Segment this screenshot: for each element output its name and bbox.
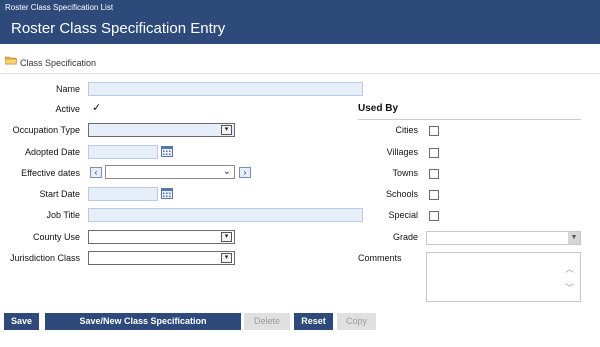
schools-label: Schools <box>385 189 418 199</box>
chevron-down-icon: ▼ <box>568 232 580 244</box>
comments-textarea[interactable]: ︿ ﹀ <box>426 252 581 302</box>
cities-label: Cities <box>395 125 418 135</box>
chevron-down-icon: ▾ <box>221 232 232 242</box>
villages-label: Villages <box>386 147 418 157</box>
page-title: Roster Class Specification Entry <box>11 20 226 37</box>
adopted-date-input[interactable] <box>88 145 158 159</box>
save-new-class-specification-button[interactable]: Save/New Class Specification <box>45 313 241 330</box>
occupation-type-select[interactable]: ▾ <box>88 123 235 137</box>
occupation-type-label: Occupation Type <box>12 125 80 135</box>
jurisdiction-class-label: Jurisdiction Class <box>9 253 80 263</box>
start-date-label: Start Date <box>39 189 80 199</box>
chevron-down-icon: ▾ <box>221 125 232 135</box>
calendar-icon[interactable] <box>161 146 173 157</box>
effective-dates-select[interactable]: ⌄ <box>105 165 235 179</box>
towns-label: Towns <box>392 168 418 178</box>
towns-checkbox[interactable] <box>429 169 439 179</box>
effective-dates-label: Effective dates <box>21 168 80 178</box>
next-date-button[interactable]: › <box>239 167 251 178</box>
special-checkbox[interactable] <box>429 211 439 221</box>
special-label: Special <box>388 210 418 220</box>
comments-label: Comments <box>358 253 402 263</box>
copy-button[interactable]: Copy <box>337 313 376 330</box>
adopted-date-label: Adopted Date <box>24 147 80 157</box>
name-input[interactable] <box>88 82 363 96</box>
chevron-right-icon: › <box>243 168 247 177</box>
breadcrumb[interactable]: Roster Class Specification List <box>5 3 113 12</box>
cities-checkbox[interactable] <box>429 126 439 136</box>
used-by-heading: Used By <box>358 103 399 114</box>
used-by-divider <box>358 119 581 120</box>
job-title-input[interactable] <box>88 208 363 222</box>
chevron-down-icon: ⌄ <box>222 166 231 177</box>
page-header: Roster Class Specification List Roster C… <box>0 0 600 44</box>
section-label: Class Specification <box>20 58 97 68</box>
checkmark-icon: ✓ <box>92 102 102 114</box>
job-title-label: Job Title <box>46 210 80 220</box>
grade-label: Grade <box>392 232 418 242</box>
save-button[interactable]: Save <box>4 313 39 330</box>
grade-select[interactable]: ▼ <box>426 231 581 245</box>
villages-checkbox[interactable] <box>429 148 439 158</box>
calendar-icon[interactable] <box>161 188 173 199</box>
scroll-down-icon[interactable]: ﹀ <box>565 281 574 294</box>
county-use-select[interactable]: ▾ <box>88 230 235 244</box>
folder-icon <box>5 56 17 65</box>
section-divider <box>0 73 600 74</box>
name-label: Name <box>55 84 80 94</box>
chevron-left-icon: ‹ <box>94 168 98 177</box>
active-checkbox[interactable]: ✓ <box>92 102 102 114</box>
chevron-down-icon: ▾ <box>221 253 232 263</box>
delete-button[interactable]: Delete <box>244 313 290 330</box>
schools-checkbox[interactable] <box>429 190 439 200</box>
county-use-label: County Use <box>32 232 80 242</box>
reset-button[interactable]: Reset <box>294 313 333 330</box>
start-date-input[interactable] <box>88 187 158 201</box>
jurisdiction-class-select[interactable]: ▾ <box>88 251 235 265</box>
previous-date-button[interactable]: ‹ <box>90 167 102 178</box>
scroll-up-icon[interactable]: ︿ <box>565 262 574 275</box>
active-label: Active <box>55 104 80 114</box>
section-header: Class Specification <box>0 52 600 72</box>
